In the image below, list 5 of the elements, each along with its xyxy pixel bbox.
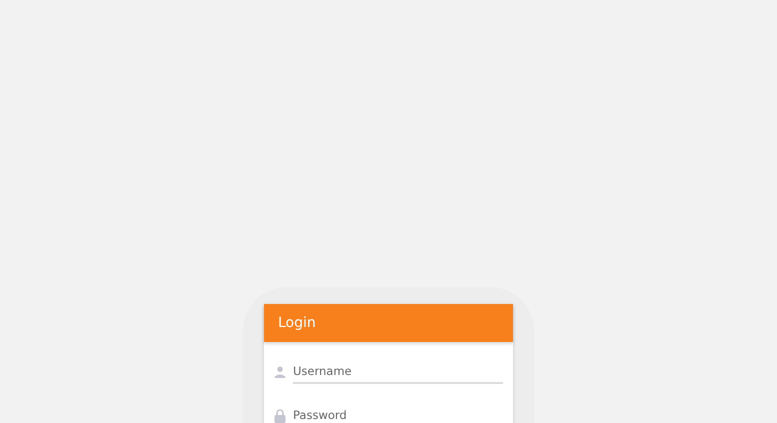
username-field[interactable]: Username: [293, 360, 503, 384]
card-title: Login: [278, 315, 316, 331]
person-icon: [274, 366, 286, 378]
lock-icon: [274, 409, 286, 423]
password-field[interactable]: Password: [293, 404, 503, 423]
